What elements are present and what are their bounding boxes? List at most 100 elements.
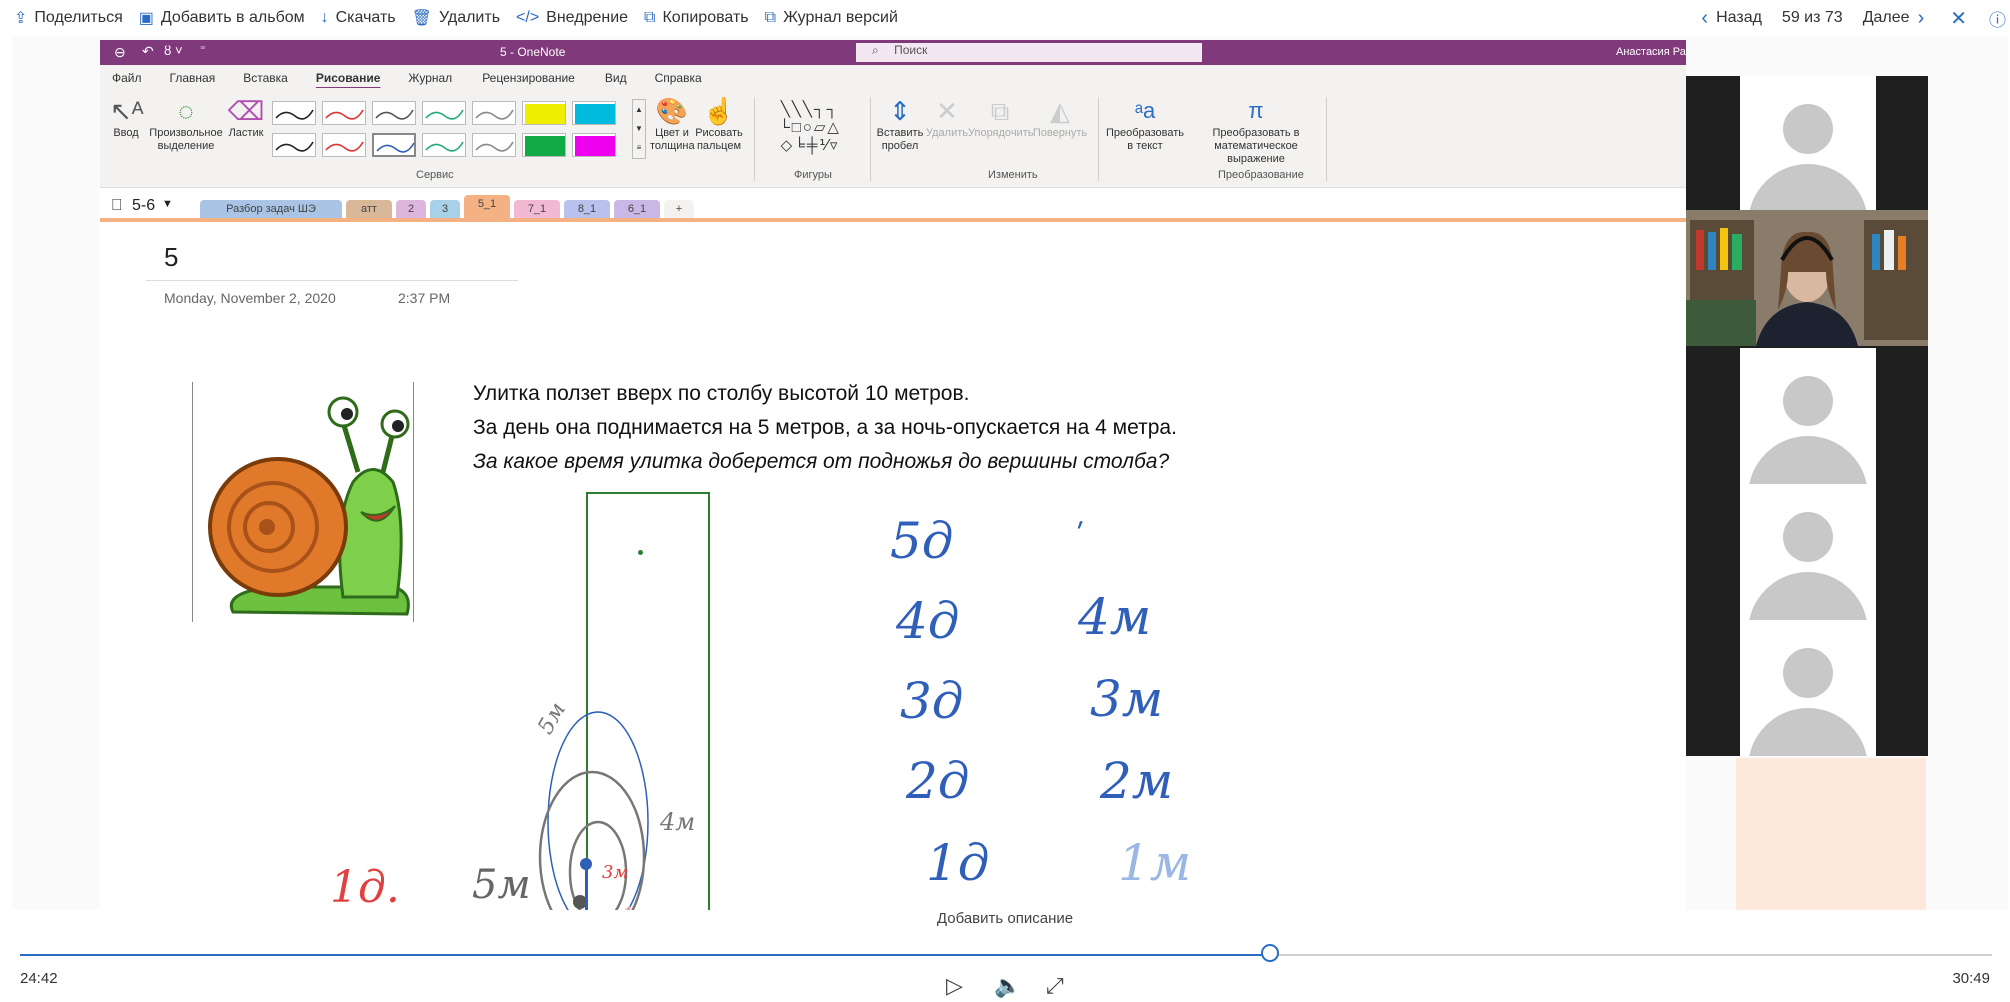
ribbon-tabs: Файл Главная Вставка Рисование Журнал Ре…	[100, 65, 1686, 91]
pen-swatch[interactable]	[372, 101, 416, 125]
section-tabs: ⎕ 5-6 ▼ Разбор задач ШЭ атт 2 3 5_1 7_1 8_1 6_1…	[100, 192, 1686, 218]
eraser-button[interactable]: ⌫ Ластик	[226, 95, 266, 140]
input-cursor-icon: ↖ᴬ	[110, 96, 144, 126]
group-edit-label: Изменить	[988, 169, 1038, 181]
info-icon[interactable]: ⓘ	[1989, 6, 2006, 31]
avatar-head	[1783, 376, 1833, 426]
participant-video[interactable]	[1686, 210, 1928, 346]
finger-draw-button[interactable]: ☝ Рисовать пальцем	[694, 95, 744, 153]
section-tab[interactable]: 8_1	[564, 200, 610, 218]
action-label: Журнал версий	[783, 9, 898, 26]
notebook-icon[interactable]: ⎕	[112, 197, 122, 215]
photo-counter: 59 из 73	[1781, 9, 1843, 26]
onenote-titlebar: ⊖ ↶ ȣ ˅ ⁼ 5 - OneNote ⌕ Поиск Анастасия …	[100, 40, 1686, 65]
pen-swatch[interactable]	[322, 133, 366, 157]
back-chevron-icon[interactable]: ‹	[1701, 7, 1708, 30]
progress-fill	[20, 954, 1270, 956]
back-arrow-icon[interactable]: ⊖	[114, 44, 126, 61]
onenote-window: ⊖ ↶ ȣ ˅ ⁼ 5 - OneNote ⌕ Поиск Анастасия …	[100, 40, 1686, 916]
trash-button[interactable]: 🗑 Удалить	[412, 8, 500, 28]
download-icon: ↓	[320, 9, 329, 26]
rotate-button: ◭ Повернуть	[1032, 96, 1088, 139]
ink-day-5: 5д	[890, 512, 954, 570]
play-icon[interactable]: ▷	[946, 973, 963, 999]
ink-to-math-button[interactable]: π Преобразовать в математическое выражен…	[1194, 95, 1318, 166]
touch-mode-icon[interactable]: ȣ ˅	[164, 43, 183, 58]
next-chevron-icon[interactable]: ›	[1918, 7, 1925, 30]
group-shapes-label: Фигуры	[794, 169, 832, 181]
insert-space-button[interactable]: ⇕ Вставить пробел	[876, 95, 924, 153]
ink-to-text-button[interactable]: ᵃa Преобразовать в текст	[1102, 95, 1188, 153]
gallery-scroll[interactable]: ▲ ▼ ≡	[632, 99, 646, 159]
search-box[interactable]: ⌕ Поиск	[856, 43, 1202, 62]
color-thickness-button[interactable]: 🎨 Цвет и толщина	[650, 95, 695, 153]
lasso-button[interactable]: ◌ Произвольное выделение	[146, 95, 226, 153]
chevron-down-icon[interactable]: ▼	[162, 198, 173, 210]
section-tab[interactable]: 3	[430, 200, 460, 218]
progress-thumb[interactable]	[1261, 944, 1279, 962]
pen-swatch[interactable]	[272, 133, 316, 157]
search-icon: ⌕	[872, 43, 879, 57]
tab-view[interactable]: Вид	[605, 71, 627, 85]
pen-swatch[interactable]	[372, 133, 416, 157]
title-underline	[146, 280, 518, 281]
pen-swatch[interactable]	[472, 101, 516, 125]
user-name[interactable]: Анастасия Ра	[1616, 46, 1686, 58]
section-tab[interactable]: +	[664, 200, 694, 218]
section-tab[interactable]: атт	[346, 200, 392, 218]
tab-help[interactable]: Справка	[655, 71, 702, 85]
ink-day-1: 1д	[926, 834, 990, 892]
input-button[interactable]: ↖ᴬ Ввод	[110, 95, 144, 140]
pen-swatch[interactable]	[422, 133, 466, 157]
album-icon: ▣	[138, 10, 154, 27]
undo-icon[interactable]: ↶	[142, 43, 154, 60]
copy-button[interactable]: ⧉ Копировать	[644, 9, 749, 27]
ink-meter-4: 4м	[1078, 588, 1152, 646]
participant-tile[interactable]	[1740, 76, 1876, 212]
pen-swatch[interactable]	[322, 101, 366, 125]
pen-swatch[interactable]	[472, 133, 516, 157]
add-description[interactable]: Добавить описание	[0, 910, 2010, 927]
tab-review[interactable]: Рецензирование	[482, 71, 575, 85]
page-title[interactable]: 5	[164, 242, 178, 273]
tab-file[interactable]: Файл	[112, 71, 142, 85]
pen-swatch[interactable]	[522, 101, 566, 125]
shared-screen: ⊖ ↶ ȣ ˅ ⁼ 5 - OneNote ⌕ Поиск Анастасия …	[12, 36, 2008, 916]
fullscreen-icon[interactable]: ⤢	[1046, 973, 1064, 999]
tab-draw[interactable]: Рисование	[316, 71, 381, 85]
tab-home[interactable]: Главная	[170, 71, 216, 85]
close-icon[interactable]: ✕	[1950, 6, 1967, 31]
pen-swatch[interactable]	[572, 101, 616, 125]
history-button[interactable]: ⧉ Журнал версий	[765, 9, 898, 27]
notebook-name[interactable]: 5-6	[132, 197, 155, 215]
embed-button[interactable]: </> Внедрение	[516, 9, 628, 27]
customize-icon[interactable]: ⁼	[200, 43, 206, 56]
pen-swatch[interactable]	[522, 133, 566, 157]
share-button[interactable]: ⇪ Поделиться	[14, 8, 123, 28]
trash-icon: 🗑	[411, 10, 432, 27]
delete-x-icon: ✕	[936, 96, 958, 126]
participant-tile[interactable]	[1740, 620, 1876, 756]
pen-swatch[interactable]	[272, 101, 316, 125]
participant-tile[interactable]	[1740, 484, 1876, 620]
album-button[interactable]: ▣ Добавить в альбом	[139, 8, 305, 28]
next-button[interactable]: Далее	[1863, 9, 1910, 27]
section-tab[interactable]: 7_1	[514, 200, 560, 218]
shapes-gallery[interactable]: ╲╲╲┐┐ └□○▱△ ◇╘╪⅟▿	[760, 101, 860, 155]
volume-icon[interactable]: 🔈	[994, 973, 1021, 999]
section-tab[interactable]: 5_1	[464, 195, 510, 218]
avatar-body	[1748, 164, 1868, 212]
download-button[interactable]: ↓ Скачать	[321, 9, 396, 27]
separator	[1098, 97, 1099, 181]
section-tab[interactable]: 6_1	[614, 200, 660, 218]
pen-swatch[interactable]	[572, 133, 616, 157]
section-tab[interactable]: Разбор задач ШЭ	[200, 200, 342, 218]
tab-insert[interactable]: Вставка	[243, 71, 288, 85]
pen-swatch[interactable]	[422, 101, 466, 125]
snail-image[interactable]	[192, 382, 414, 622]
section-tab[interactable]: 2	[396, 200, 426, 218]
ink-tick: ʹ	[1076, 518, 1085, 553]
participant-tile[interactable]	[1740, 348, 1876, 484]
back-button[interactable]: Назад	[1716, 9, 1762, 27]
tab-history[interactable]: Журнал	[408, 71, 452, 85]
